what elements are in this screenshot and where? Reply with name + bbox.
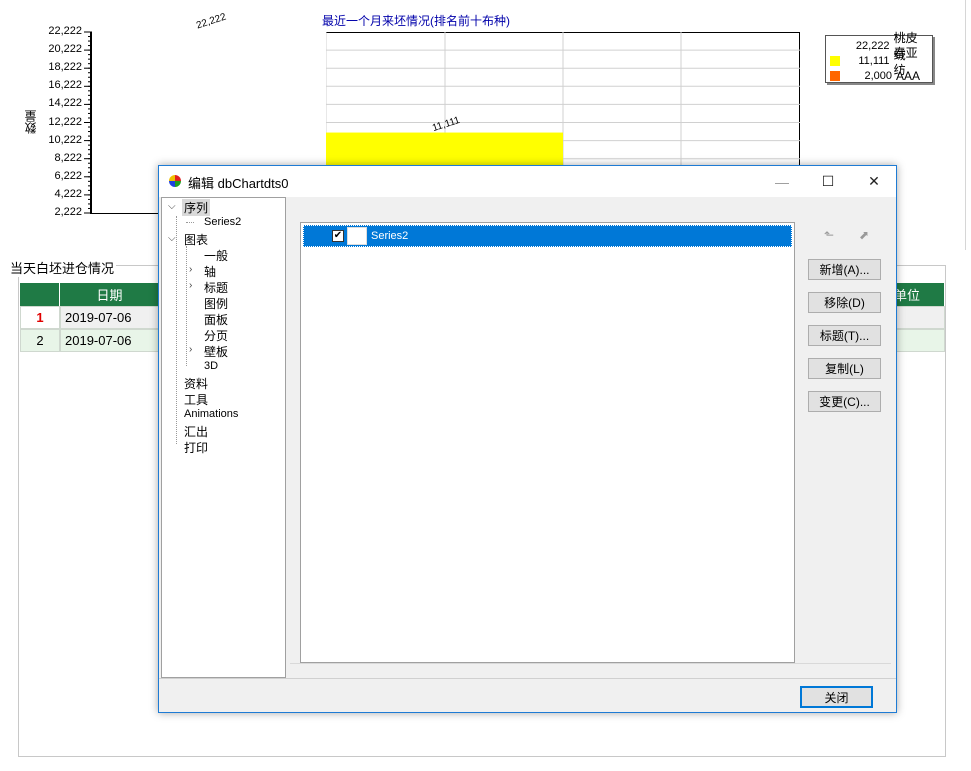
row-number-2[interactable]: 2 [20, 329, 60, 352]
tree-item-paging[interactable]: 分页 [204, 327, 228, 344]
expand-arrow-chart-icon[interactable]: ⌵ [168, 233, 176, 244]
tree-connector [186, 222, 194, 223]
change-series-button[interactable]: 变更(C)... [808, 391, 881, 412]
row-number-1[interactable]: 1 [20, 306, 60, 329]
chart-legend: 22,222 桃皮绒 11,111 春亚纺 2,000 AAA [825, 31, 933, 83]
legend-swatch-2 [830, 55, 840, 66]
row-unit-1[interactable] [890, 306, 945, 329]
legend-swatch-1 [830, 40, 840, 51]
minimize-button[interactable]: — [759, 166, 805, 197]
clone-series-button[interactable]: 复制(L) [808, 358, 881, 379]
series-list-item[interactable]: ✔ Series2 [303, 225, 792, 247]
legend-swatch-3 [830, 70, 840, 81]
expand-arrow-axis-icon[interactable]: › [189, 264, 192, 275]
tree-item-general[interactable]: 一般 [204, 247, 228, 264]
tree-line-chart [186, 246, 187, 366]
tree-item-titles[interactable]: 标题 [204, 279, 228, 296]
tree-item-export[interactable]: 汇出 [184, 423, 208, 440]
series-name[interactable]: Series2 [371, 230, 408, 242]
tab-separator [290, 663, 891, 666]
dialog-title: 编辑 dbChartdts0 [188, 176, 289, 191]
tree-item-3d[interactable]: 3D [204, 360, 218, 372]
panel-title: 当天白坯进仓情况 [8, 258, 117, 277]
chart-app-icon [169, 175, 181, 187]
add-series-button[interactable]: 新增(A)... [808, 259, 881, 280]
tree-item-animations[interactable]: Animations [184, 408, 238, 420]
close-window-button[interactable]: ✕ [851, 166, 897, 197]
tree-item-axis[interactable]: 轴 [204, 263, 216, 280]
settings-tree: ⌵ 序列 Series2 ⌵ 图表 一般 › 轴 › 标题 图例 面板 分页 ›… [161, 197, 286, 678]
legend-row-3: 2,000 AAA [830, 68, 928, 83]
tree-item-print[interactable]: 打印 [184, 439, 208, 456]
chart-divider [965, 0, 966, 250]
row-date-2[interactable]: 2019-07-06 [60, 329, 160, 352]
delete-series-button[interactable]: 移除(D) [808, 292, 881, 313]
series-list-frame: ✔ Series2 [300, 222, 795, 663]
grid-corner [20, 283, 60, 306]
edit-chart-dialog: 编辑 dbChartdts0 — ☐ ✕ ⌵ 序列 Series2 ⌵ 图表 一… [158, 165, 897, 713]
tree-item-series2[interactable]: Series2 [204, 216, 241, 228]
column-header-date[interactable]: 日期 [60, 283, 160, 306]
expand-arrow-series-icon[interactable]: ⌵ [168, 201, 176, 212]
legend-value-1: 22,222 [855, 39, 890, 52]
tree-item-tools[interactable]: 工具 [184, 391, 208, 408]
tree-item-chart[interactable]: 图表 [184, 231, 208, 248]
column-header-unit[interactable]: 单位 [890, 283, 945, 306]
dialog-titlebar[interactable]: 编辑 dbChartdts0 — ☐ ✕ [159, 166, 896, 197]
expand-arrow-walls-icon[interactable]: › [189, 344, 192, 355]
series-visible-checkbox[interactable]: ✔ [332, 230, 344, 242]
tree-item-panel[interactable]: 面板 [204, 311, 228, 328]
title-series-button[interactable]: 标题(T)... [808, 325, 881, 346]
series-color-swatch[interactable] [347, 227, 367, 245]
legend-label-3: AAA [896, 68, 921, 83]
row-date-1[interactable]: 2019-07-06 [60, 306, 160, 329]
tree-item-legend[interactable]: 图例 [204, 295, 228, 312]
tree-line-root [176, 216, 177, 444]
tree-item-walls[interactable]: 壁板 [204, 343, 228, 360]
dialog-footer: 关闭 [159, 678, 896, 712]
maximize-button[interactable]: ☐ [805, 166, 851, 197]
legend-value-3: 2,000 [864, 69, 892, 82]
close-button[interactable]: 关闭 [800, 686, 873, 708]
expand-arrow-titles-icon[interactable]: › [189, 280, 192, 291]
tree-item-series[interactable]: 序列 [182, 199, 211, 216]
legend-value-2: 11,111 [858, 54, 890, 67]
move-down-icon[interactable]: ⬈ [859, 228, 869, 242]
move-up-icon[interactable]: ⬑ [824, 228, 834, 242]
row-unit-2[interactable] [890, 329, 945, 352]
legend-row-2: 11,111 春亚纺 [830, 46, 928, 77]
tree-item-data[interactable]: 资料 [184, 375, 208, 392]
